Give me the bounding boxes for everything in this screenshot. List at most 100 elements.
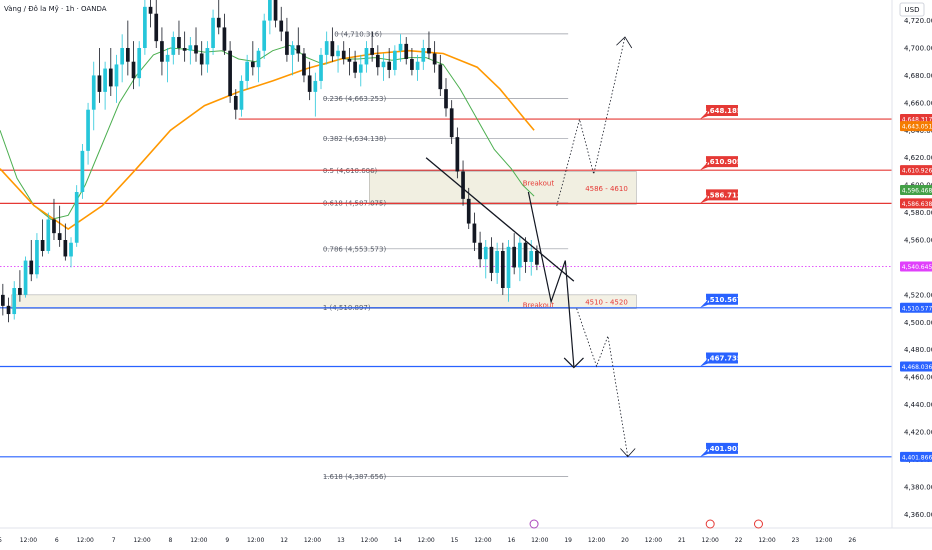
candle-body [427, 48, 431, 54]
candle-body [160, 41, 164, 62]
candle-body [63, 240, 68, 257]
support-4401-callout-label: 4,401.901 [702, 445, 742, 453]
candle-body [165, 54, 170, 62]
candle-body [74, 192, 79, 243]
candle-body [86, 109, 90, 151]
projection-dotted-down [576, 308, 629, 457]
time-tick-label: 12 [280, 537, 288, 544]
time-tick-label: 13 [337, 537, 345, 544]
candle-body [194, 45, 198, 54]
candle-body [12, 288, 17, 315]
time-tick-label: 22 [735, 537, 743, 544]
resistance-4586-axis-label: 4,586.638 [902, 201, 932, 208]
support-4510-axis-label: 4,510.577 [902, 305, 932, 312]
candle-body [154, 13, 159, 42]
time-tick-label: 12:00 [531, 537, 548, 544]
candle-body [6, 305, 11, 315]
candle-body [330, 41, 335, 57]
event-marker-0[interactable] [529, 519, 539, 529]
time-tick-label: 12:00 [247, 537, 264, 544]
candle-body [398, 43, 403, 51]
candle-body [273, 0, 278, 21]
candle-body [353, 61, 357, 73]
time-tick-label: 12:00 [361, 537, 378, 544]
candle-body [131, 61, 136, 79]
zones: 4586 - 4610Breakout4510 - 4520Breakout [11, 171, 637, 309]
price-tick-label: 4,560.000 [904, 237, 932, 245]
candle-body [518, 242, 522, 268]
candle-body [347, 58, 352, 62]
candle-body [199, 53, 204, 65]
candle-body [449, 108, 454, 138]
candle-body [205, 48, 210, 65]
candle-body [256, 50, 261, 68]
candle-body [466, 198, 471, 224]
time-tick-label: 21 [678, 537, 686, 544]
candle-body [404, 43, 409, 59]
extra-axis-label-1: 4,596.468 [902, 187, 932, 194]
resistance-4648-callout-label: 4,648.185 [702, 107, 742, 115]
resistance-4610-callout-label: 4,610.905 [702, 158, 742, 166]
price-tick-label: 4,440.000 [904, 401, 932, 409]
price-chart[interactable]: 4586 - 4610Breakout4510 - 4520Breakout 0… [0, 0, 932, 550]
candle-body [336, 50, 340, 57]
price-tick-label: 4,480.000 [904, 346, 932, 354]
time-tick-label: 12:00 [417, 537, 434, 544]
price-tick-label: 4,620.000 [904, 154, 932, 162]
time-tick-label: 6 [55, 537, 59, 544]
time-tick-label: 8 [169, 537, 173, 544]
event-marker-2[interactable] [753, 519, 763, 529]
chart-title: Vàng / Đô la Mỹ · 1h · OANDA [4, 5, 107, 13]
candle-body [80, 150, 85, 192]
candle-body [370, 48, 374, 55]
time-tick-label: 16 [508, 537, 516, 544]
price-axis: 4,360.0004,380.0004,400.0004,420.0004,44… [891, 0, 932, 550]
time-tick-label: 12:00 [474, 537, 491, 544]
candle-body [262, 20, 267, 51]
time-tick-label: 12:00 [133, 537, 150, 544]
support-4467-axis-label: 4,468.036 [902, 364, 932, 371]
candle-body [171, 37, 176, 55]
candle-body [472, 223, 477, 243]
currency-label: USD [905, 6, 920, 14]
candle-body [35, 240, 39, 275]
projection-solid [527, 191, 575, 367]
candle-body [108, 68, 113, 87]
candle-body [489, 246, 494, 273]
time-axis: 5 12:00 6 12:00 7 12:00 8 12:00 9 12:00 12 12:00 13 1… [0, 519, 932, 544]
chart-root: 4586 - 4610 Breakout 4510 - 4520 Breakout 0… [0, 0, 932, 550]
candle-body [222, 27, 227, 51]
price-axis-bg [892, 0, 932, 550]
price-tick-label: 4,680.000 [904, 72, 932, 80]
time-tick-label: 5 [0, 537, 2, 544]
candle-body [216, 17, 221, 28]
candle-body [148, 6, 153, 14]
candle-body [444, 89, 448, 109]
candle-body [114, 64, 119, 87]
price-tick-label: 4,500.000 [904, 319, 932, 327]
fib-label-1.618: 1.618 (4,387.656) [323, 473, 387, 481]
time-tick-label: 26 [848, 537, 856, 544]
candle-body [500, 250, 505, 288]
extra-axis-label-0: 4,643.051 [902, 124, 932, 131]
candle-body [182, 48, 187, 51]
candle-body [387, 61, 392, 70]
support-4510-callout-label: 4,510.567 [702, 296, 742, 304]
fib-label-0: 0 (4,710.316) [334, 30, 382, 38]
candle-body [46, 219, 51, 251]
event-marker-1[interactable] [705, 519, 715, 529]
time-tick-label: 12:00 [702, 537, 719, 544]
time-tick-label: 9 [225, 537, 229, 544]
candle-body [523, 242, 528, 262]
candle-body [358, 64, 363, 73]
candle-body [381, 61, 386, 68]
candle-body [143, 6, 147, 48]
support-4401-axis-label: 4,401.866 [902, 454, 932, 461]
time-tick-label: 12:00 [77, 537, 94, 544]
time-tick-label: 19 [564, 537, 572, 544]
candle-body [211, 17, 215, 48]
candle-body [0, 294, 5, 306]
time-tick-label: 12:00 [645, 537, 662, 544]
currency-button[interactable]: USD [899, 2, 925, 17]
candle-body [91, 75, 96, 110]
